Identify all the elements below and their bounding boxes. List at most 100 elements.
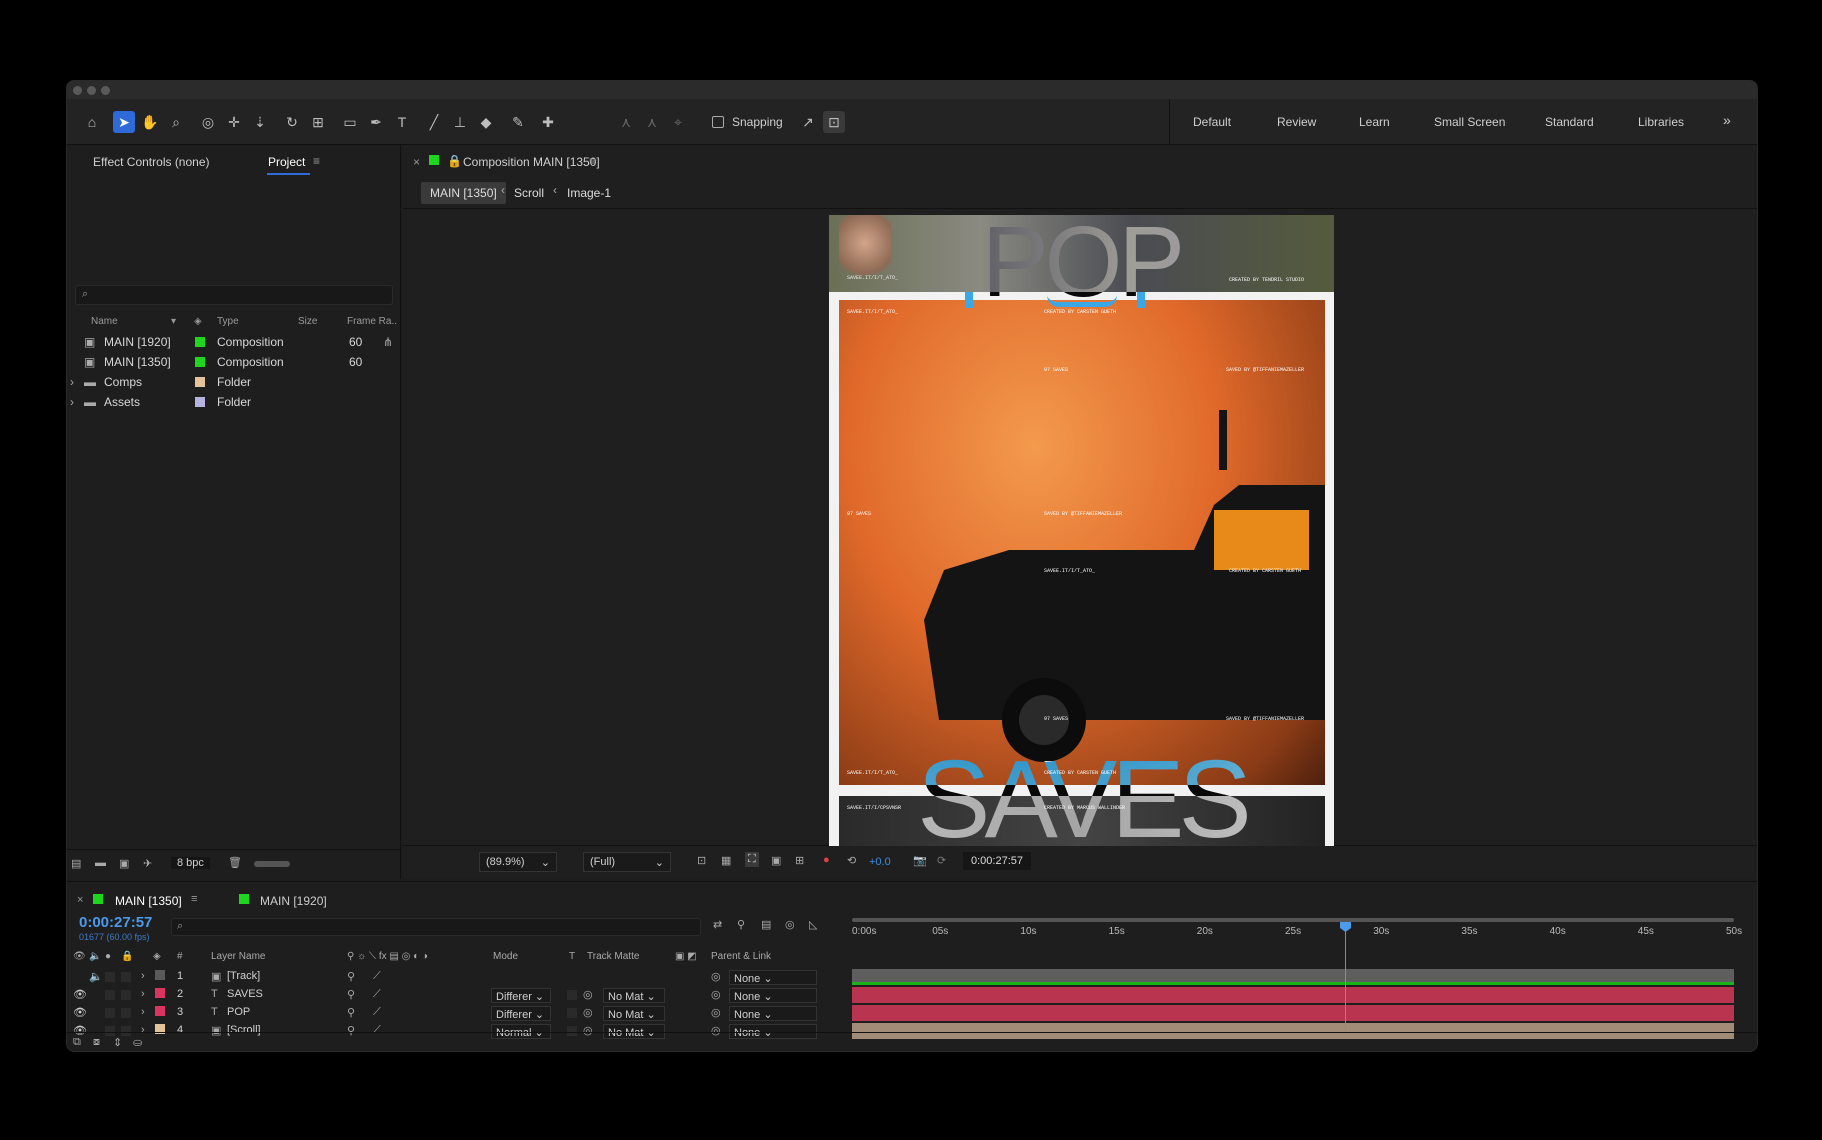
tab-composition[interactable]: Composition MAIN [1350]: [463, 155, 600, 169]
thumbnail-slider[interactable]: [254, 861, 290, 867]
column-size[interactable]: Size: [298, 316, 317, 327]
selection-tool-icon[interactable]: ➤: [113, 111, 135, 133]
show-snapshot-icon[interactable]: ⟳: [937, 854, 946, 867]
snap-feather-icon[interactable]: ⊡: [823, 111, 845, 133]
column-name[interactable]: Name: [91, 316, 118, 327]
panel-menu-icon[interactable]: ≡: [191, 893, 197, 905]
timeline-timecode[interactable]: 0:00:27:57: [79, 914, 152, 931]
layer-row[interactable]: 👁 › 3 T POP ⚲ ⟋ Differer ⌄ ◎ No Mat ⌄ ◎ None ⌄: [67, 1004, 847, 1022]
panel-menu-icon[interactable]: ≡: [313, 154, 320, 168]
close-tab-icon[interactable]: ×: [77, 894, 83, 906]
layer-duration-bar[interactable]: [852, 987, 1734, 1003]
audio-icon[interactable]: 🔈: [89, 970, 103, 983]
pick-whip-icon[interactable]: ◎: [711, 1006, 721, 1019]
orbit-camera-icon[interactable]: ◎: [197, 111, 219, 133]
project-item[interactable]: ▣ MAIN [1350] Composition 60: [67, 352, 401, 372]
in-out-icon[interactable]: ⇕: [113, 1036, 122, 1049]
visibility-eye-icon[interactable]: 👁: [73, 988, 87, 1001]
workspace-learn[interactable]: Learn: [1359, 115, 1390, 129]
quality-icon[interactable]: ⟋: [373, 1006, 381, 1019]
resolution-dropdown[interactable]: (Full) ⌄: [583, 852, 671, 872]
project-item[interactable]: › ▬ Comps Folder: [67, 372, 401, 392]
comp-mini-flowchart-icon[interactable]: ⇄: [713, 918, 722, 931]
track-matte-dropdown[interactable]: No Mat ⌄: [603, 1006, 665, 1021]
label-column-icon[interactable]: ◈: [194, 316, 202, 327]
tab-effect-controls[interactable]: Effect Controls (none): [93, 155, 210, 169]
hand-tool-icon[interactable]: ✋: [139, 111, 161, 133]
chevron-right-icon[interactable]: ›: [70, 375, 74, 389]
label-swatch[interactable]: [195, 377, 205, 387]
region-of-interest-icon[interactable]: ⊡: [697, 854, 706, 867]
axis-world-icon[interactable]: ⋏: [641, 111, 663, 133]
parent-dropdown[interactable]: None ⌄: [729, 1006, 817, 1021]
project-item[interactable]: › ▬ Assets Folder: [67, 392, 401, 412]
snapshot-icon[interactable]: 📷: [913, 854, 927, 867]
pick-whip-icon[interactable]: ◎: [711, 988, 721, 1001]
frame-blending-icon[interactable]: ▤: [761, 918, 771, 931]
flowchart-icon[interactable]: ⋔: [383, 335, 393, 349]
type-tool-icon[interactable]: T: [391, 111, 413, 133]
playhead[interactable]: [1340, 922, 1352, 1034]
layer-search-input[interactable]: ⌕: [171, 918, 701, 936]
project-item[interactable]: ▣ MAIN [1920] Composition 60 ⋔: [67, 332, 401, 352]
viewer-timecode[interactable]: 0:00:27:57: [963, 852, 1031, 870]
layer-row[interactable]: 👁 › 2 T SAVES ⚲ ⟋ Differer ⌄ ◎ No Mat ⌄ ◎ None ⌄: [67, 986, 847, 1004]
axis-view-icon[interactable]: ⌖: [667, 111, 689, 133]
trash-icon[interactable]: 🗑: [228, 856, 242, 869]
workspace-libraries[interactable]: Libraries: [1638, 115, 1684, 129]
clone-stamp-icon[interactable]: ⊥: [449, 111, 471, 133]
time-ruler[interactable]: 0:00s 05s 10s 15s 20s 25s 30s 35s 40s 45s 50s: [852, 918, 1742, 944]
bit-depth-button[interactable]: 8 bpc: [171, 857, 210, 869]
solo-toggle[interactable]: [105, 990, 115, 1000]
column-frame-rate[interactable]: Frame Ra..: [347, 316, 397, 327]
shy-layers-icon[interactable]: ⚲: [737, 918, 745, 931]
breadcrumb-image[interactable]: Image-1: [567, 186, 611, 200]
layer-switches-icon[interactable]: ⧉: [73, 1036, 81, 1049]
snapping-checkbox[interactable]: [712, 116, 724, 128]
work-area-bar[interactable]: [852, 918, 1734, 922]
guides-icon[interactable]: ▣: [771, 854, 781, 867]
matte-link-icon[interactable]: ◎: [583, 1006, 593, 1019]
lock-icon[interactable]: 🔒: [447, 154, 462, 168]
more-workspaces-icon[interactable]: »: [1723, 112, 1731, 128]
pan-camera-icon[interactable]: ✛: [223, 111, 245, 133]
color-management-icon[interactable]: ⟲: [847, 854, 856, 867]
mask-visibility-icon[interactable]: ⛶: [745, 852, 759, 867]
axis-local-icon[interactable]: ⋏: [615, 111, 637, 133]
home-icon[interactable]: ⌂: [81, 111, 103, 133]
mode-dropdown[interactable]: Differer ⌄: [491, 988, 551, 1003]
quality-icon[interactable]: ⟋: [373, 970, 381, 983]
chevron-right-icon[interactable]: ›: [141, 1006, 145, 1018]
new-folder-icon[interactable]: ▬: [95, 857, 106, 869]
dolly-camera-icon[interactable]: ⇣: [249, 111, 271, 133]
zoom-dropdown[interactable]: (89.9%) ⌄: [479, 852, 557, 872]
column-layer-name[interactable]: Layer Name: [211, 951, 265, 962]
parent-dropdown[interactable]: None ⌄: [729, 988, 817, 1003]
shy-icon[interactable]: ⚲: [347, 970, 355, 983]
transfer-controls-icon[interactable]: ⧇: [93, 1036, 100, 1049]
sort-icon[interactable]: ▾: [171, 316, 176, 327]
label-swatch[interactable]: [195, 397, 205, 407]
snap-option-icon[interactable]: ↗: [797, 111, 819, 133]
label-swatch[interactable]: [155, 1006, 165, 1016]
graph-editor-icon[interactable]: ◺: [809, 918, 817, 931]
exposure-value[interactable]: +0.0: [869, 856, 891, 868]
chevron-right-icon[interactable]: ›: [141, 970, 145, 982]
label-swatch[interactable]: [155, 988, 165, 998]
breadcrumb-main[interactable]: MAIN [1350]: [421, 182, 506, 204]
quality-icon[interactable]: ⟋: [373, 988, 381, 1001]
brush-tool-icon[interactable]: ╱: [423, 111, 445, 133]
new-composition-icon[interactable]: ▣: [119, 857, 129, 870]
label-swatch[interactable]: [155, 970, 165, 980]
column-type[interactable]: Type: [217, 316, 239, 327]
parent-dropdown[interactable]: None ⌄: [729, 970, 817, 985]
shy-icon[interactable]: ⚲: [347, 988, 355, 1001]
chevron-right-icon[interactable]: ›: [141, 988, 145, 1000]
breadcrumb-scroll[interactable]: Scroll: [514, 186, 544, 200]
grid-options-icon[interactable]: ⊞: [795, 854, 804, 867]
lock-toggle[interactable]: [121, 972, 131, 982]
panel-menu-icon[interactable]: ≡: [589, 154, 596, 168]
workspace-standard[interactable]: Standard: [1545, 115, 1594, 129]
tab-project[interactable]: Project: [268, 155, 305, 169]
layer-row[interactable]: 🔈 › 1 ▣ [Track] ⚲ ⟋ ◎ None ⌄: [67, 968, 847, 986]
